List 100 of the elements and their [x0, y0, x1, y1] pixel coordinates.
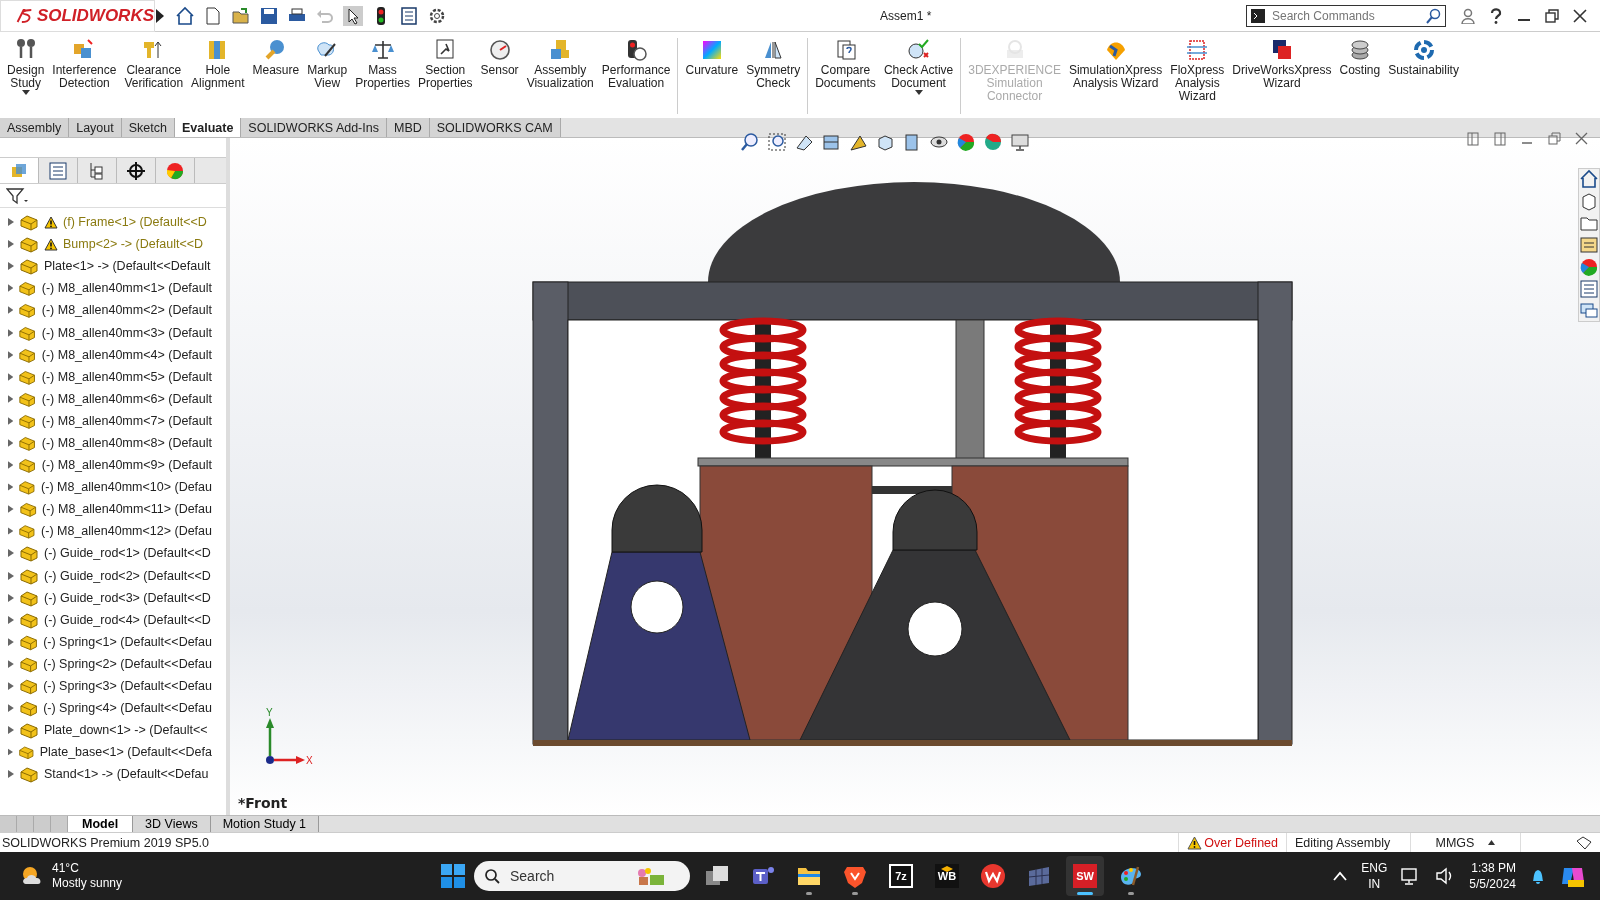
ribbon-button[interactable]: Sensor	[476, 38, 523, 77]
ribbon-tab[interactable]: SOLIDWORKS Add-Ins	[241, 118, 387, 137]
units-status[interactable]: MMGS	[1435, 835, 1475, 850]
ribbon-button[interactable]: Costing	[1335, 38, 1385, 77]
tree-item[interactable]: (-) M8_allen40mm<8> (Default	[0, 431, 212, 455]
ribbon-button[interactable]: Mass Properties	[351, 38, 414, 90]
ribbon-tab[interactable]: SOLIDWORKS CAM	[429, 118, 561, 137]
ribbon-button[interactable]: Performance Evaluation	[597, 38, 675, 90]
open-folder-icon[interactable]	[231, 5, 251, 26]
tree-item[interactable]: (-) M8_allen40mm<1> (Default	[0, 277, 212, 300]
save-icon[interactable]	[259, 5, 279, 26]
tree-item[interactable]: (-) Spring<3> (Default<<Defau	[0, 674, 212, 698]
ribbon-tab[interactable]: Layout	[69, 118, 122, 137]
windows-start-icon[interactable]	[440, 863, 466, 889]
tree-item[interactable]: Plate_base<1> (Default<<Defa	[0, 741, 212, 764]
list-icon[interactable]	[399, 5, 419, 26]
taskbar-search-field[interactable]: Search	[474, 861, 690, 891]
ribbon-button[interactable]: Section Properties	[413, 38, 477, 90]
appearance-sphere-icon[interactable]	[956, 132, 976, 152]
monitor-icon[interactable]	[1010, 132, 1030, 152]
ribbon-tab[interactable]: MBD	[386, 118, 430, 137]
tree-item[interactable]: (-) M8_allen40mm<4> (Default	[0, 343, 212, 366]
search-input[interactable]: Search Commands	[1270, 7, 1422, 24]
crosshair-icon[interactable]	[126, 160, 146, 181]
color-wheel-icon[interactable]	[165, 160, 185, 181]
tree-item[interactable]: (-) M8_allen40mm<6> (Default	[0, 387, 212, 410]
close-icon[interactable]	[1572, 7, 1588, 24]
tree-item[interactable]: (-) Spring<4> (Default<<Defau	[0, 697, 212, 720]
ribbon-button[interactable]: Check Active Document	[879, 38, 958, 96]
tree-item[interactable]: (-) M8_allen40mm<9> (Default	[0, 454, 212, 477]
tree-item[interactable]: (-) M8_allen40mm<11> (Defau	[0, 498, 212, 521]
appearance-sphere-icon[interactable]	[1579, 257, 1599, 277]
ribbon-button[interactable]: Curvature	[681, 38, 743, 77]
restore-icon[interactable]	[1544, 7, 1560, 24]
tree-item[interactable]: (-) M8_allen40mm<10> (Defau	[0, 476, 212, 499]
new-document-icon[interactable]	[203, 5, 223, 26]
property-list-icon[interactable]	[48, 160, 68, 181]
zoom-to-fit-icon[interactable]	[740, 132, 760, 152]
search-icon[interactable]	[1426, 7, 1442, 24]
tree-item[interactable]: (-) Spring<2> (Default<<Defau	[0, 652, 212, 675]
tree-item[interactable]: (-) M8_allen40mm<3> (Default	[0, 321, 212, 344]
ribbon-button[interactable]: Design Study	[3, 38, 49, 96]
ribbon-button[interactable]: Hole Alignment	[187, 38, 249, 90]
ribbon-button[interactable]: Sustainability	[1384, 38, 1463, 77]
language-indicator[interactable]: ENG IN	[1361, 860, 1388, 892]
tile-left-icon[interactable]	[1467, 132, 1480, 146]
forum-icon[interactable]	[1579, 301, 1599, 321]
ribbon-tab[interactable]: Sketch	[121, 118, 175, 137]
home-icon[interactable]	[175, 5, 195, 26]
tree-item[interactable]: (-) M8_allen40mm<7> (Default	[0, 409, 212, 432]
ribbon-button[interactable]: Markup View	[303, 38, 352, 90]
tree-item[interactable]: (-) Guide_rod<1> (Default<<D	[0, 542, 212, 565]
close-icon[interactable]	[1575, 132, 1588, 146]
tree-item[interactable]: Stand<1> -> (Default<<Defau	[0, 763, 212, 786]
taskbar-app-button[interactable]: SW	[1066, 856, 1104, 896]
tree-item[interactable]: (-) Guide_rod<2> (Default<<D	[0, 564, 212, 587]
tree-item[interactable]: (-) M8_allen40mm<12> (Defau	[0, 520, 212, 543]
ribbon-button[interactable]: DriveWorksXpress Wizard	[1228, 38, 1336, 90]
custom-properties-icon[interactable]	[1579, 279, 1599, 299]
ribbon-button[interactable]: Symmetry Check	[742, 38, 805, 90]
tile-right-icon[interactable]	[1494, 132, 1507, 146]
ribbon-button[interactable]: Compare Documents	[811, 38, 880, 90]
tree-item[interactable]: Bump<2> -> (Default<<D	[0, 233, 212, 256]
home-icon[interactable]	[1579, 169, 1599, 189]
search-input[interactable]: Search	[508, 867, 628, 885]
tree-item[interactable]: (-) M8_allen40mm<5> (Default	[0, 365, 212, 388]
tree-item[interactable]: (-) Spring<1> (Default<<Defau	[0, 630, 212, 653]
ribbon-button[interactable]: Interference Detection	[48, 38, 121, 90]
tree-item[interactable]: (f) Frame<1> (Default<<D	[0, 211, 212, 234]
tree-item[interactable]: (-) Guide_rod<3> (Default<<D	[0, 586, 212, 609]
filter-icon[interactable]	[6, 186, 28, 205]
scene-sphere-icon[interactable]	[983, 132, 1003, 152]
zoom-area-icon[interactable]	[767, 132, 787, 152]
ribbon-button[interactable]: Measure	[248, 38, 304, 77]
taskbar-app-button[interactable]: WB	[928, 856, 966, 896]
caret-icon[interactable]	[1488, 840, 1496, 845]
document-tab[interactable]: Model	[68, 816, 134, 832]
expand-arrow-icon[interactable]	[155, 7, 165, 24]
tree-item[interactable]: (-) Guide_rod<4> (Default<<D	[0, 608, 212, 631]
ribbon-button[interactable]: SimulationXpress Analysis Wizard	[1064, 38, 1167, 90]
user-icon[interactable]	[1460, 7, 1476, 24]
section-view-icon[interactable]	[821, 132, 841, 152]
ribbon-button[interactable]: Assembly Visualization	[522, 38, 598, 90]
bell-icon[interactable]	[1530, 867, 1546, 885]
ribbon-tab[interactable]: Assembly	[0, 118, 70, 137]
taskbar-app-button[interactable]: 7z	[882, 856, 920, 896]
view-palette-icon[interactable]	[1579, 235, 1599, 255]
select-pointer-icon[interactable]	[343, 5, 363, 26]
chevron-up-icon[interactable]	[1333, 871, 1348, 881]
help-icon[interactable]	[1488, 7, 1504, 24]
clock[interactable]: 1:38 PM 5/5/2024	[1469, 860, 1516, 892]
tree-item[interactable]: Plate_down<1> -> (Default<<	[0, 719, 212, 742]
ribbon-button[interactable]: Clearance Verification	[120, 38, 188, 90]
over-defined-status[interactable]: Over Defined	[1204, 835, 1278, 850]
tree-item[interactable]: Plate<1> -> (Default<<Default	[0, 255, 212, 278]
search-field[interactable]: Search Commands	[1246, 4, 1446, 27]
document-tab[interactable]: 3D Views	[133, 816, 211, 832]
ribbon-button[interactable]: FloXpress Analysis Wizard	[1166, 38, 1229, 103]
document-tab[interactable]: Motion Study 1	[210, 816, 320, 832]
ribbon-tab[interactable]: Evaluate	[174, 118, 242, 137]
